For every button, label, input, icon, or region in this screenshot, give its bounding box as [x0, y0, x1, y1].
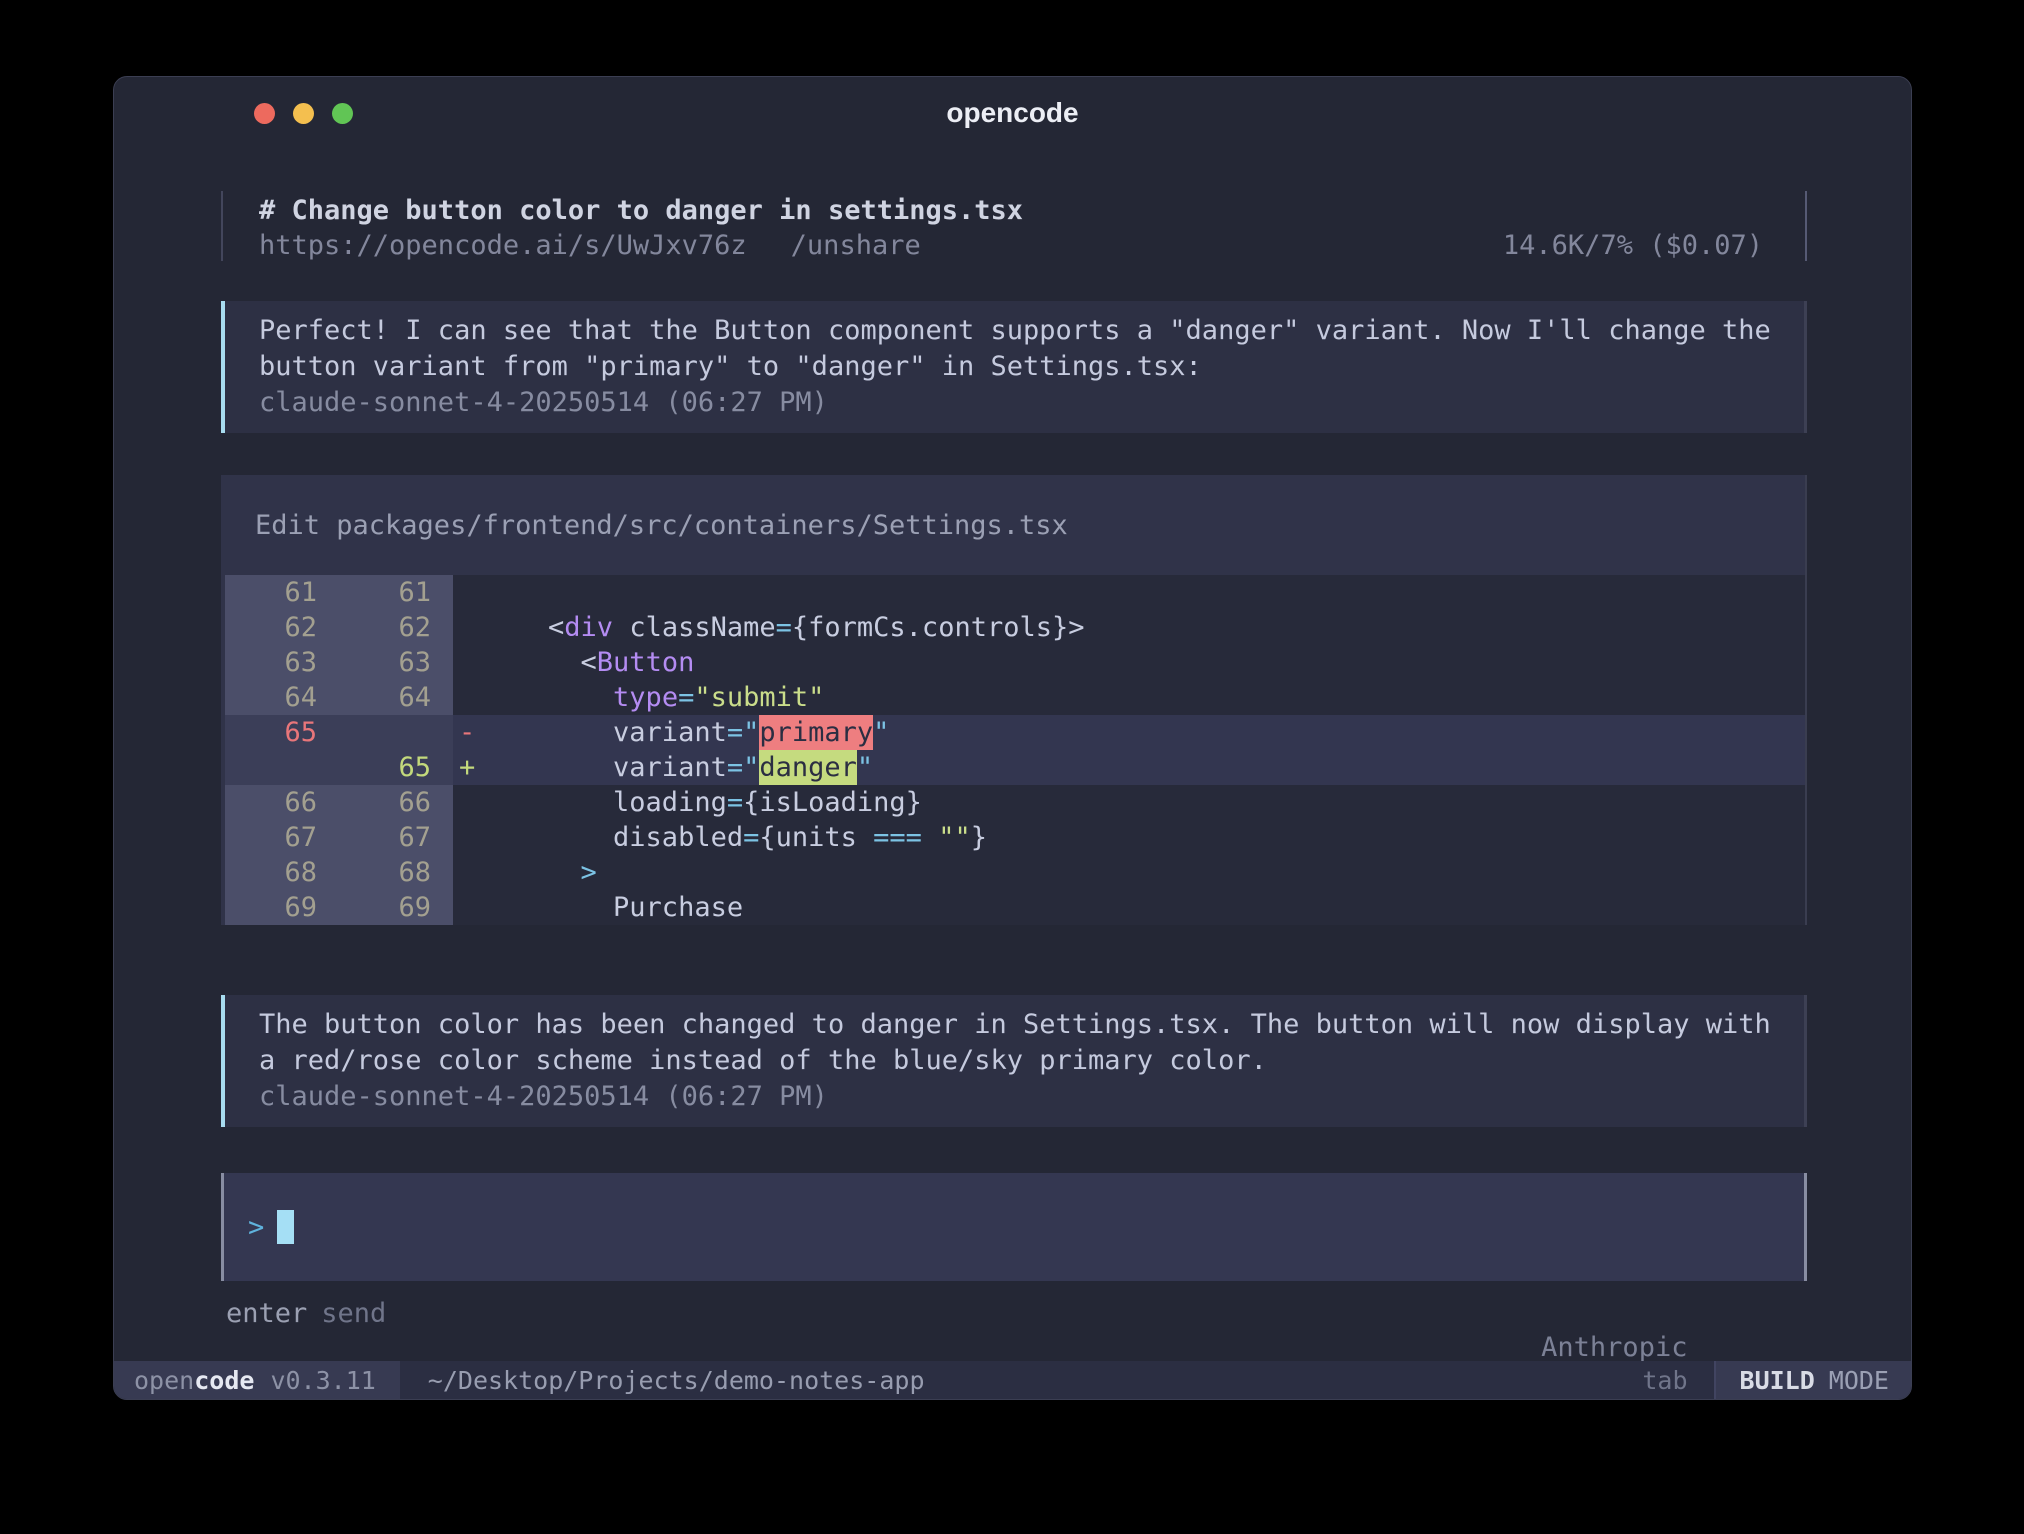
code-line: > [453, 855, 1805, 890]
brand-code: code [194, 1366, 254, 1395]
status-right: tab BUILD MODE [1642, 1361, 1911, 1399]
brand-open: open [134, 1366, 194, 1395]
diff-row: 65+ variant="danger" [225, 750, 1805, 785]
code-text: variant="danger" [483, 750, 873, 785]
prompt-input[interactable]: > [221, 1173, 1807, 1281]
assistant-message: The button color has been changed to dan… [221, 995, 1807, 1127]
diff-marker [453, 680, 483, 715]
session-header: # Change button color to danger in setti… [221, 191, 1807, 261]
new-line-number: 69 [339, 890, 453, 925]
diff-row: 65 - variant="primary" [225, 715, 1805, 750]
message-meta: claude-sonnet-4-20250514 (06:27 PM) [259, 1079, 1804, 1115]
session-subline: https://opencode.ai/s/UwJxv76z /unshare … [259, 229, 1763, 263]
message-text: Perfect! I can see that the Button compo… [259, 313, 1804, 349]
session-content: # Change button color to danger in setti… [221, 141, 1807, 1331]
hint-bar: enter send Anthropic Claude Sonnet 4 [221, 1297, 1807, 1331]
assistant-message: Perfect! I can see that the Button compo… [221, 301, 1807, 433]
code-text: Purchase [483, 890, 743, 925]
new-line-number: 63 [339, 645, 453, 680]
code-line: disabled={units === ""} [453, 820, 1805, 855]
diff-row: 6363 <Button [225, 645, 1805, 680]
message-meta: claude-sonnet-4-20250514 (06:27 PM) [259, 385, 1804, 421]
edit-tool-header: Edit packages/frontend/src/containers/Se… [221, 475, 1805, 575]
working-directory: ~/Desktop/Projects/demo-notes-app [428, 1366, 925, 1395]
diff-marker: + [453, 750, 483, 785]
titlebar: opencode [114, 77, 1911, 141]
window-title: opencode [114, 97, 1911, 129]
diff-marker: - [453, 715, 483, 750]
prompt-caret: > [248, 1212, 264, 1243]
code-line: type="submit" [453, 680, 1805, 715]
share-url: https://opencode.ai/s/UwJxv76z [259, 229, 747, 263]
send-label: send [321, 1297, 386, 1331]
message-text: button variant from "primary" to "danger… [259, 349, 1804, 385]
code-line: - variant="primary" [453, 715, 1805, 750]
old-line-number: 64 [225, 680, 339, 715]
status-bar: opencode v0.3.11 ~/Desktop/Projects/demo… [114, 1361, 1911, 1399]
session-title: # Change button color to danger in setti… [259, 193, 1763, 229]
edit-tool-card: Edit packages/frontend/src/containers/Se… [221, 475, 1807, 925]
diff-row: 6161 [225, 575, 1805, 610]
code-line: <Button [453, 645, 1805, 680]
code-line: Purchase [453, 890, 1805, 925]
diff-row: 6767 disabled={units === ""} [225, 820, 1805, 855]
tab-keyhint: tab [1642, 1366, 1687, 1395]
diff-row: 6969 Purchase [225, 890, 1805, 925]
model-indicator: Anthropic Claude Sonnet 4 [1411, 1297, 1799, 1331]
diff-marker [453, 890, 483, 925]
diff-marker [453, 855, 483, 890]
token-cost-stats: 14.6K/7% ($0.07) [1503, 229, 1763, 263]
code-text: loading={isLoading} [483, 785, 922, 820]
code-text: type="submit" [483, 680, 824, 715]
diff-marker [453, 820, 483, 855]
diff-marker [453, 645, 483, 680]
text-cursor [277, 1210, 294, 1244]
diff-row: 6868 > [225, 855, 1805, 890]
code-line [453, 575, 1805, 610]
mode-name: BUILD [1740, 1366, 1815, 1395]
old-line-number: 69 [225, 890, 339, 925]
diff-row: 6262 <div className={formCs.controls}> [225, 610, 1805, 645]
new-line-number: 67 [339, 820, 453, 855]
new-line-number [339, 715, 453, 750]
new-line-number: 66 [339, 785, 453, 820]
old-line-number: 62 [225, 610, 339, 645]
code-line: <div className={formCs.controls}> [453, 610, 1805, 645]
app-version: v0.3.11 [270, 1366, 375, 1395]
old-line-number: 67 [225, 820, 339, 855]
old-line-number: 63 [225, 645, 339, 680]
enter-keyhint: enter [226, 1297, 307, 1331]
terminal-window: opencode # Change button color to danger… [113, 76, 1912, 1400]
diff-rows: 61616262 <div className={formCs.controls… [221, 575, 1805, 925]
code-text: <div className={formCs.controls}> [483, 610, 1085, 645]
provider-name: Anthropic [1541, 1332, 1687, 1363]
code-line: loading={isLoading} [453, 785, 1805, 820]
code-text: <Button [483, 645, 694, 680]
code-text: variant="primary" [483, 715, 889, 750]
app-version-chip: opencode v0.3.11 [114, 1361, 400, 1399]
old-line-number: 61 [225, 575, 339, 610]
code-text: > [483, 855, 597, 890]
diff-marker [453, 785, 483, 820]
new-line-number: 64 [339, 680, 453, 715]
code-line: + variant="danger" [453, 750, 1805, 785]
old-line-number: 66 [225, 785, 339, 820]
diff-marker [453, 610, 483, 645]
diff-marker [453, 575, 483, 610]
message-text: The button color has been changed to dan… [259, 1007, 1804, 1043]
old-line-number: 68 [225, 855, 339, 890]
code-text: disabled={units === ""} [483, 820, 987, 855]
new-line-number: 68 [339, 855, 453, 890]
old-line-number [225, 750, 339, 785]
diff-row: 6666 loading={isLoading} [225, 785, 1805, 820]
unshare-command[interactable]: /unshare [791, 229, 921, 263]
new-line-number: 62 [339, 610, 453, 645]
mode-suffix: MODE [1829, 1366, 1889, 1395]
new-line-number: 65 [339, 750, 453, 785]
diff-row: 6464 type="submit" [225, 680, 1805, 715]
message-text: a red/rose color scheme instead of the b… [259, 1043, 1804, 1079]
old-line-number: 65 [225, 715, 339, 750]
new-line-number: 61 [339, 575, 453, 610]
mode-toggle[interactable]: BUILD MODE [1714, 1361, 1911, 1399]
